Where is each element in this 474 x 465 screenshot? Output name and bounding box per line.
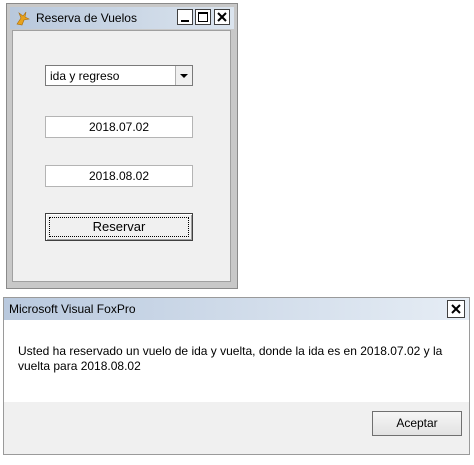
message-body: Usted ha reservado un vuelo de ida y vue… bbox=[4, 320, 469, 402]
message-text: Usted ha reservado un vuelo de ida y vue… bbox=[18, 344, 443, 373]
accept-button[interactable]: Aceptar bbox=[372, 411, 462, 436]
reserva-titlebar[interactable]: Reserva de Vuelos bbox=[10, 7, 234, 29]
trip-type-combobox[interactable]: ida y regreso bbox=[45, 65, 193, 86]
close-icon bbox=[217, 12, 227, 22]
minimize-button[interactable] bbox=[177, 9, 193, 25]
foxpro-fox-icon bbox=[15, 10, 31, 26]
chevron-down-icon bbox=[180, 74, 188, 78]
departure-date-field[interactable]: 2018.07.02 bbox=[45, 116, 193, 138]
window-title: Reserva de Vuelos bbox=[36, 11, 137, 25]
form-client-area: ida y regreso 2018.07.02 2018.08.02 Rese… bbox=[12, 30, 231, 282]
reserve-button-label: Reservar bbox=[92, 219, 146, 234]
trip-type-dropdown-button[interactable] bbox=[175, 66, 192, 85]
message-dialog: Microsoft Visual FoxPro Usted ha reserva… bbox=[3, 297, 470, 455]
trip-type-value: ida y regreso bbox=[50, 69, 120, 83]
maximize-button[interactable] bbox=[195, 9, 211, 25]
reserve-button[interactable]: Reservar bbox=[45, 213, 193, 241]
message-title: Microsoft Visual FoxPro bbox=[9, 302, 136, 316]
close-icon bbox=[451, 304, 461, 314]
minimize-icon bbox=[181, 20, 189, 22]
close-button[interactable] bbox=[214, 9, 230, 25]
return-date-field[interactable]: 2018.08.02 bbox=[45, 165, 193, 187]
maximize-icon bbox=[198, 12, 208, 22]
message-close-button[interactable] bbox=[447, 300, 465, 318]
message-titlebar[interactable]: Microsoft Visual FoxPro bbox=[4, 298, 469, 320]
reserva-window: Reserva de Vuelos ida y regreso 2018.07.… bbox=[6, 3, 238, 289]
